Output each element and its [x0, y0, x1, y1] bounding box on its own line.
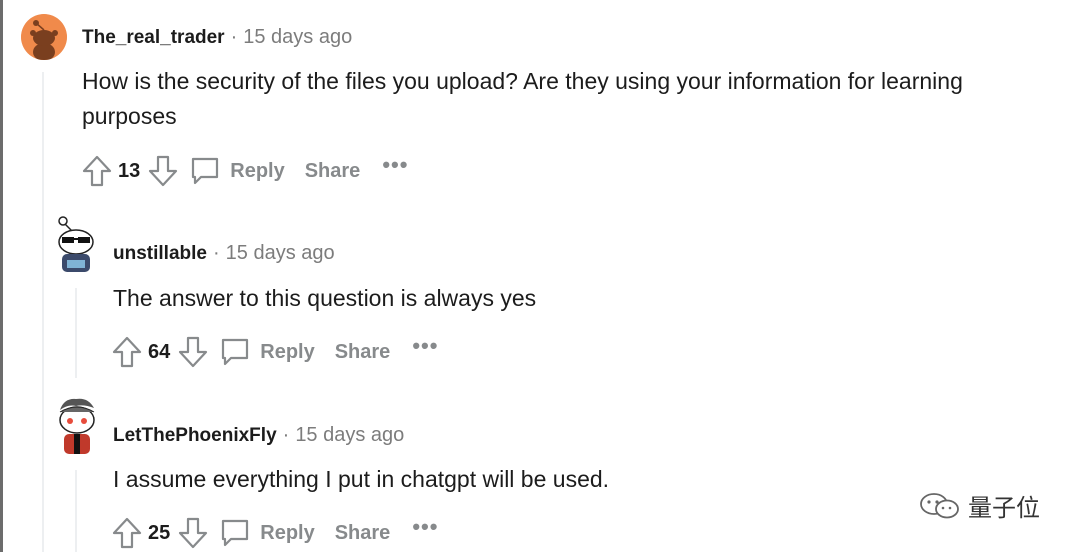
downvote-icon[interactable] [176, 516, 210, 550]
thread-line-1[interactable] [42, 72, 44, 552]
share-button[interactable]: Share [335, 341, 391, 364]
upvote-icon[interactable] [110, 516, 144, 550]
more-options-button[interactable]: ••• [412, 333, 438, 359]
snoo-avatar-icon [21, 14, 67, 60]
comment-bubble-icon[interactable] [188, 154, 222, 188]
reply-button[interactable]: Reply [260, 341, 314, 364]
share-button[interactable]: Share [335, 522, 391, 545]
comment-bubble-icon[interactable] [218, 335, 252, 369]
watermark: 量子位 [918, 488, 1040, 523]
upvote-icon[interactable] [110, 335, 144, 369]
snoo-sunglasses-avatar-icon [58, 216, 94, 272]
comment-body: How is the security of the files you upl… [82, 68, 963, 129]
avatar[interactable] [53, 216, 99, 274]
vote-score: 25 [148, 521, 171, 544]
upvote-icon[interactable] [80, 154, 114, 188]
more-options-button[interactable]: ••• [412, 514, 438, 540]
vote-score: 13 [118, 159, 141, 182]
more-options-button[interactable]: ••• [382, 152, 408, 178]
comment-header: unstillable · 15 days ago [113, 242, 335, 265]
separator: · [230, 26, 238, 48]
timestamp[interactable]: 15 days ago [243, 26, 352, 49]
username[interactable]: unstillable [113, 243, 207, 265]
avatar[interactable] [54, 396, 100, 456]
comment-actions: 13 Reply Share ••• [80, 151, 408, 191]
snoo-phoenix-avatar-icon [59, 398, 95, 454]
separator: · [212, 242, 220, 264]
comment-actions: 64 Reply Share ••• [110, 332, 438, 372]
share-button[interactable]: Share [305, 160, 361, 183]
comment-actions: 25 Reply Share ••• [110, 513, 438, 553]
avatar[interactable] [21, 14, 67, 60]
page-left-border [0, 0, 3, 552]
username[interactable]: LetThePhoenixFly [113, 425, 277, 447]
comment-header: LetThePhoenixFly · 15 days ago [113, 424, 404, 447]
downvote-icon[interactable] [176, 335, 210, 369]
username[interactable]: The_real_trader [82, 27, 225, 49]
reply-button[interactable]: Reply [260, 522, 314, 545]
comment-body: The answer to this question is always ye… [113, 285, 537, 311]
timestamp[interactable]: 15 days ago [226, 242, 335, 265]
downvote-icon[interactable] [146, 154, 180, 188]
comment-header: The_real_trader · 15 days ago [82, 26, 352, 49]
watermark-text: 量子位 [968, 494, 1040, 522]
thread-line-2[interactable] [75, 288, 77, 378]
comment-body: I assume everything I put in chatgpt wil… [113, 466, 610, 492]
separator: · [282, 424, 290, 446]
comment-bubble-icon[interactable] [218, 516, 252, 550]
reply-button[interactable]: Reply [230, 160, 284, 183]
timestamp[interactable]: 15 days ago [295, 424, 404, 447]
wechat-logo-icon [920, 492, 959, 518]
thread-line-3[interactable] [75, 470, 77, 552]
vote-score: 64 [148, 340, 171, 363]
